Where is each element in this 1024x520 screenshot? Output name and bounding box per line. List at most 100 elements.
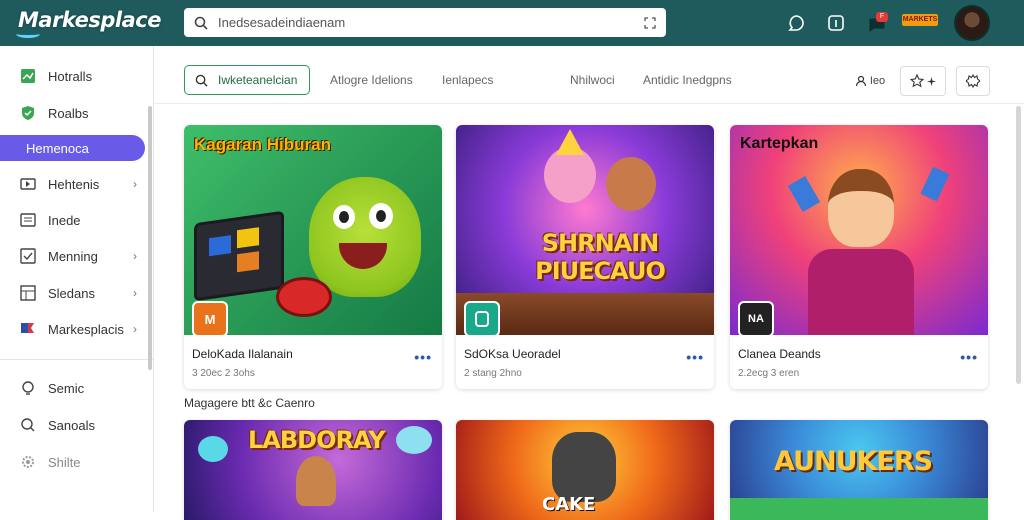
game-icon: NA (738, 301, 774, 337)
character-graphic (309, 177, 421, 297)
main-scrollbar[interactable] (1016, 106, 1021, 384)
card-title: DeloKada Ilalanain (192, 347, 293, 361)
sidebar-item-label: Roalbs (48, 105, 89, 121)
game-icon (464, 301, 500, 337)
game-card[interactable]: LABDORAY (184, 420, 442, 520)
gear-icon (20, 454, 36, 470)
sidebar-item-markesplacis[interactable]: Markesplacis › (0, 316, 145, 342)
top-bar: Markesplace Inedsesadeindiaenam F MARKET… (0, 0, 1024, 46)
expand-icon[interactable] (644, 16, 656, 29)
avatar[interactable] (954, 5, 990, 41)
cloud-graphic (198, 436, 228, 462)
gear-icon (966, 74, 980, 88)
tab-4[interactable]: Antidic Inedgpns (643, 73, 732, 87)
card-title: SdOKsa Ueoradel (464, 347, 561, 361)
card-title: Clanea Deands (738, 347, 821, 361)
favorites-button[interactable] (900, 66, 946, 96)
tab-active[interactable]: Iwketeanelcian (184, 65, 310, 95)
game-logo-text: LABDORAY (248, 426, 386, 454)
character-graphic (606, 157, 656, 211)
section-heading: Magagere btt &c Caenro (184, 396, 315, 410)
sidebar-item-semic[interactable]: Semic (0, 375, 145, 401)
tab-2[interactable]: Ienlapecs (442, 73, 493, 87)
sidebar-item-label: Semic (48, 380, 85, 396)
laptop-graphic (194, 210, 284, 302)
sparkle-icon (927, 76, 936, 86)
sidebar-item-hotralls[interactable]: Hotralls (0, 63, 145, 89)
logo-swoosh (16, 30, 40, 38)
sidebar-item-label: Hemenoca (26, 140, 89, 156)
sidebar-item-sledans[interactable]: Sledans › (0, 280, 145, 306)
chat-icon[interactable] (785, 12, 807, 34)
character-graphic (552, 432, 616, 502)
more-options-icon[interactable]: ••• (414, 349, 432, 365)
star-icon (910, 74, 924, 88)
tab-label: Iwketeanelcian (218, 73, 298, 87)
game-logo-text: SHRNAIN PIUECAUO (535, 229, 666, 285)
sidebar-item-hemenoca[interactable]: Hemenoca (0, 135, 145, 161)
grass-graphic (730, 498, 988, 520)
cloud-graphic (396, 426, 432, 454)
gamepad-graphic (276, 277, 332, 317)
sidebar-item-label: Menning (48, 248, 98, 264)
chevron-right-icon: › (133, 286, 137, 300)
object-graphic (787, 176, 821, 212)
chevron-right-icon: › (133, 177, 137, 191)
info-icon[interactable] (825, 12, 847, 34)
more-options-icon[interactable]: ••• (686, 349, 704, 365)
character-graphic (828, 169, 894, 247)
sidebar-item-shilte[interactable]: Shilte (0, 449, 145, 475)
chevron-right-icon: › (133, 249, 137, 263)
search-input[interactable]: Inedsesadeindiaenam (218, 15, 644, 30)
game-logo-text: AUNUKERS (774, 446, 933, 477)
search-bar[interactable]: Inedsesadeindiaenam (184, 8, 666, 37)
card-overlay-title: Kagaran Hiburan (194, 135, 331, 154)
tab-3[interactable]: Nhilwoci (570, 73, 615, 87)
promo-badge[interactable]: MARKETS (902, 14, 938, 26)
game-card[interactable]: AUNUKERS (730, 420, 988, 520)
tab-bar: Iwketeanelcian Atlogre Idelions Ienlapec… (154, 46, 1024, 104)
more-options-icon[interactable]: ••• (960, 349, 978, 365)
card-overlay-title: Kartepkan (740, 135, 819, 152)
user-filter-button[interactable]: Ieo (852, 66, 888, 96)
character-graphic (544, 147, 596, 203)
card-subtitle: 2 stang 2hno (464, 368, 522, 379)
game-card[interactable]: Kartepkan NA Clanea Deands 2.2ecg 3 eren… (730, 125, 988, 389)
sidebar: Hotralls Roalbs Hemenoca Hehtenis › Ined… (0, 46, 154, 512)
sidebar-item-label: Sanoals (48, 417, 95, 433)
character-body-graphic (808, 249, 914, 335)
shield-icon (20, 105, 36, 121)
notification-badge: F (876, 12, 888, 22)
game-icon: M (192, 301, 228, 337)
settings-button[interactable] (956, 66, 990, 96)
app-logo[interactable]: Markesplace (18, 8, 161, 32)
search-icon (194, 16, 208, 30)
tab-1[interactable]: Atlogre Idelions (330, 73, 413, 87)
character-graphic (296, 456, 336, 506)
check-icon (20, 248, 36, 264)
card-subtitle: 3 20ec 2 3ohs (192, 368, 255, 379)
user-filter-label: Ieo (869, 75, 886, 87)
game-card[interactable]: CAKE (456, 420, 714, 520)
party-hat-graphic (556, 129, 584, 155)
sidebar-scrollbar[interactable] (148, 106, 152, 370)
game-card[interactable]: SHRNAIN PIUECAUO SdOKsa Ueoradel 2 stang… (456, 125, 714, 389)
sidebar-item-inede[interactable]: Inede (0, 207, 145, 233)
grid-icon (20, 285, 36, 301)
sidebar-item-label: Hotralls (48, 68, 93, 84)
chart-icon (20, 68, 36, 84)
sidebar-divider (0, 359, 154, 360)
sidebar-item-hehtenis[interactable]: Hehtenis › (0, 171, 145, 197)
game-card[interactable]: Kagaran Hiburan M DeloKada Ilalanain 3 2… (184, 125, 442, 389)
sidebar-item-label: Hehtenis (48, 176, 100, 192)
chevron-right-icon: › (133, 322, 137, 336)
video-icon (20, 176, 36, 192)
sidebar-item-sanoals[interactable]: Sanoals (0, 412, 145, 438)
user-icon (855, 75, 866, 87)
flag-icon (20, 321, 36, 337)
sidebar-item-menning[interactable]: Menning › (0, 243, 145, 269)
sidebar-item-label: Inede (48, 212, 81, 228)
bulb-icon (20, 380, 36, 396)
search-icon (195, 74, 208, 87)
sidebar-item-roalbs[interactable]: Roalbs (0, 100, 145, 126)
